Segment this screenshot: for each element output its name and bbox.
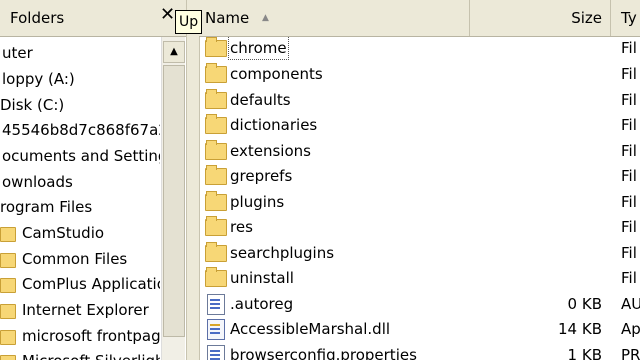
folder-icon [205, 114, 227, 134]
file-type: Fil [621, 244, 637, 262]
tree-item-downloads[interactable]: ownloads [2, 170, 73, 194]
list-item[interactable]: extensions Fil [199, 139, 640, 163]
file-list-header: Name ▲ Size Ty [199, 0, 640, 37]
file-size: 0 KB [567, 295, 602, 313]
file-type: Fil [621, 142, 637, 160]
tree-item-local-disk[interactable]: Disk (C:) [0, 93, 64, 117]
scroll-up-arrow-icon[interactable]: ▲ [163, 41, 185, 63]
list-item[interactable]: .autoreg 0 KB AU [199, 292, 640, 316]
file-icon [207, 294, 225, 315]
folder-tree-scrollbar[interactable]: ▲ [161, 37, 185, 360]
file-type: Fil [621, 65, 637, 83]
file-name: chrome [228, 37, 289, 60]
list-item[interactable]: components Fil [199, 62, 640, 86]
file-name: dictionaries [230, 116, 318, 134]
file-name: res [230, 218, 253, 236]
file-size: 1 KB [567, 346, 602, 360]
folder-icon [205, 37, 227, 57]
list-item[interactable]: browserconfig.properties 1 KB PR [199, 343, 640, 360]
tree-item-hash-folder[interactable]: 45546b8d7c868f67a2 [2, 118, 160, 142]
folder-icon [0, 330, 16, 345]
file-type: Fil [621, 167, 637, 185]
folder-icon [205, 89, 227, 109]
list-item[interactable]: greprefs Fil [199, 164, 640, 188]
tree-item-program-files[interactable]: rogram Files [0, 195, 92, 219]
folder-icon [205, 267, 227, 287]
folder-tree: uter loppy (A:) Disk (C:) 45546b8d7c868f… [0, 37, 160, 360]
file-name: searchplugins [230, 244, 335, 262]
file-name: components [230, 65, 323, 83]
file-type: Fil [621, 218, 637, 236]
tree-item-documents-and-settings[interactable]: ocuments and Setting [2, 144, 160, 168]
folder-icon [205, 140, 227, 160]
folders-pane-header: Folders ✕ [0, 0, 188, 37]
folder-icon [205, 242, 227, 262]
file-list: chrome Fil components Fil defaults Fil d… [199, 37, 640, 360]
folder-icon [0, 278, 16, 293]
list-item[interactable]: AccessibleMarshal.dll 14 KB Ap [199, 317, 640, 341]
file-icon [207, 345, 225, 360]
column-header-size[interactable]: Size [470, 0, 611, 36]
file-name: AccessibleMarshal.dll [230, 320, 391, 338]
file-type: Fil [621, 193, 637, 211]
file-type: PR [621, 346, 640, 360]
file-name: plugins [230, 193, 285, 211]
file-name: greprefs [230, 167, 293, 185]
folder-icon [205, 191, 227, 211]
list-item[interactable]: chrome Fil [199, 37, 640, 60]
file-type: Fil [621, 269, 637, 287]
file-type: Fil [621, 39, 637, 57]
close-icon[interactable]: ✕ [160, 6, 175, 24]
file-name: .autoreg [230, 295, 294, 313]
list-item[interactable]: plugins Fil [199, 190, 640, 214]
file-name: extensions [230, 142, 311, 160]
list-item[interactable]: defaults Fil [199, 88, 640, 112]
file-type: Fil [621, 91, 637, 109]
folder-icon [0, 253, 16, 268]
list-item[interactable]: dictionaries Fil [199, 113, 640, 137]
file-type: Ap [621, 320, 640, 338]
folders-pane-title: Folders [10, 9, 65, 27]
sort-ascending-arrow-icon: ▲ [262, 13, 269, 23]
scrollbar-thumb[interactable] [163, 65, 185, 337]
file-name: defaults [230, 91, 291, 109]
file-name: uninstall [230, 269, 294, 287]
folder-icon [205, 216, 227, 236]
folder-icon [0, 355, 16, 360]
list-item[interactable]: searchplugins Fil [199, 241, 640, 265]
tree-item-floppy[interactable]: loppy (A:) [2, 67, 75, 91]
up-tooltip: Up [175, 10, 203, 34]
dll-file-icon [207, 319, 225, 340]
folder-icon [0, 304, 16, 319]
folder-icon [205, 165, 227, 185]
file-type: Fil [621, 116, 637, 134]
file-size: 14 KB [558, 320, 602, 338]
list-item[interactable]: res Fil [199, 215, 640, 239]
list-item[interactable]: uninstall Fil [199, 266, 640, 290]
column-header-name[interactable]: Name ▲ [199, 0, 470, 36]
pane-splitter[interactable] [186, 0, 200, 360]
column-header-type[interactable]: Ty [611, 0, 640, 36]
file-type: AU [621, 295, 640, 313]
folder-icon [205, 63, 227, 83]
tree-item-computer[interactable]: uter [2, 41, 33, 65]
folder-icon [0, 227, 16, 242]
file-name: browserconfig.properties [230, 346, 417, 360]
